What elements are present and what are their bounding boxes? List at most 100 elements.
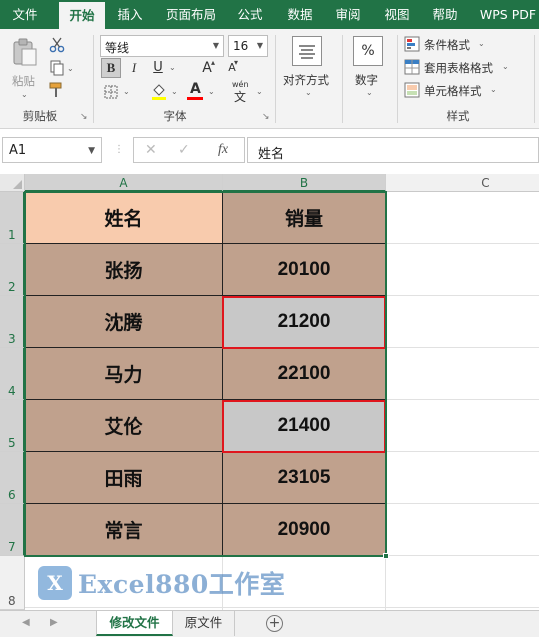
chevron-down-icon[interactable]: ⌄ [171,87,178,96]
cell-b1[interactable]: 销量 [223,192,386,244]
format-as-table-label: 套用表格格式 [424,61,493,75]
cell-a1[interactable]: 姓名 [25,192,223,244]
chevron-down-icon: ⌄ [478,39,485,48]
cell-b5[interactable]: 21400 [223,400,386,452]
row-number: 2 [8,280,16,294]
insert-function-button[interactable]: fx [218,142,228,158]
chevron-down-icon: ⌄ [305,88,312,97]
tab-page-layout[interactable]: 页面布局 [160,0,222,29]
dialog-launcher-icon[interactable]: ↘ [80,112,88,122]
fill-color-icon[interactable] [150,82,168,100]
chevron-down-icon[interactable]: ⌄ [256,87,263,96]
number-format-button[interactable]: % 数字 ⌄ [345,34,393,104]
paste-button[interactable]: 粘贴 ⌄ [8,35,42,99]
caret-down-icon: ▾ [234,58,239,67]
row-number: 8 [8,594,16,608]
phonetic-button[interactable]: wén 文 [229,80,255,104]
tab-view[interactable]: 视图 [377,0,417,29]
group-divider [275,35,276,123]
cut-icon[interactable] [49,37,65,53]
paste-label: 粘贴 [12,74,35,88]
row-header-4[interactable]: 4 [0,348,25,400]
chevron-down-icon[interactable]: ⌄ [123,87,130,96]
row-header-6[interactable]: 6 [0,452,25,504]
tab-wps-pdf[interactable]: WPS PDF [474,0,539,29]
column-header-c[interactable]: C [386,174,539,192]
select-all-button[interactable] [0,174,25,192]
formula-input[interactable]: 姓名 [247,137,539,163]
cell-b3[interactable]: 21200 [223,296,386,348]
add-sheet-button[interactable]: + [266,615,283,632]
cancel-icon[interactable]: ✕ [145,143,157,157]
row-number: 5 [8,436,16,450]
tab-home[interactable]: 开始 [59,2,105,29]
chevron-down-icon: ⌄ [21,90,28,99]
font-size-select[interactable]: 16 ▼ [228,35,268,57]
percent-icon: % [353,36,383,66]
format-painter-icon[interactable] [49,82,65,98]
cell-b6[interactable]: 23105 [223,452,386,504]
conditional-format-button[interactable]: 条件格式 ⌄ [403,36,533,54]
row-header-7[interactable]: 7 [0,504,25,556]
underline-button[interactable]: U [148,58,168,78]
font-color-swatch [187,97,203,100]
row-header-1[interactable]: 1 [0,192,25,244]
column-header-a[interactable]: A [25,174,223,192]
tab-file[interactable]: 文件 [0,0,50,29]
cell-b4[interactable]: 22100 [223,348,386,400]
gridline [386,243,539,244]
gridline [25,607,539,608]
cell-a4[interactable]: 马力 [25,348,223,400]
enter-icon[interactable]: ✓ [178,143,190,157]
row-number: 3 [8,332,16,346]
sheet-tab-original[interactable]: 原文件 [173,611,235,636]
cell-a6[interactable]: 田雨 [25,452,223,504]
font-size-value: 16 [233,39,249,53]
font-name-select[interactable]: 等线 ▼ [100,35,224,57]
chevron-down-icon[interactable]: ⌄ [169,63,176,72]
cell-a7[interactable]: 常言 [25,504,223,556]
format-as-table-button[interactable]: 套用表格格式 ⌄ [403,59,533,77]
paste-icon [13,38,37,66]
cell-b7[interactable]: 20900 [223,504,386,556]
group-divider [397,35,398,123]
tab-review[interactable]: 审阅 [328,0,368,29]
copy-icon[interactable] [49,60,65,76]
alignment-button[interactable]: 对齐方式 ⌄ [280,34,336,104]
column-header-b[interactable]: B [223,174,386,192]
group-divider [342,35,343,123]
sheet-tab-modified[interactable]: 修改文件 [96,611,173,636]
gridline [386,451,539,452]
tab-help[interactable]: 帮助 [425,0,465,29]
italic-button[interactable]: I [124,58,144,78]
fill-handle[interactable] [383,553,389,559]
spreadsheet-grid[interactable]: A B C 1 2 3 4 5 6 7 8 姓名 销量 张扬 20100 沈腾 … [0,174,539,610]
tab-formulas[interactable]: 公式 [230,0,270,29]
formula-content: 姓名 [258,147,285,162]
font-color-button[interactable]: A [186,81,204,101]
cell-a2[interactable]: 张扬 [25,244,223,296]
shrink-font-button[interactable]: A [222,58,242,78]
name-box[interactable]: A1 ▼ [2,137,102,163]
row-header-8[interactable]: 8 [0,556,25,610]
row-header-3[interactable]: 3 [0,296,25,348]
previous-sheet-icon[interactable]: ◀ [22,617,30,628]
row-number: 1 [8,228,16,242]
alignment-label: 对齐方式 [283,73,329,87]
next-sheet-icon[interactable]: ▶ [50,617,58,628]
cell-a3[interactable]: 沈腾 [25,296,223,348]
borders-icon[interactable] [103,84,119,100]
row-header-2[interactable]: 2 [0,244,25,296]
cell-b2[interactable]: 20100 [223,244,386,296]
dialog-launcher-icon[interactable]: ↘ [262,112,270,122]
watermark: X Excel880工作室 [38,565,285,601]
tab-insert[interactable]: 插入 [110,0,150,29]
bold-button[interactable]: B [101,58,121,78]
chevron-down-icon[interactable]: ⌄ [208,87,215,96]
cell-styles-button[interactable]: 单元格样式 ⌄ [403,82,533,100]
row-header-5[interactable]: 5 [0,400,25,452]
cell-a5[interactable]: 艾伦 [25,400,223,452]
tab-data[interactable]: 数据 [280,0,320,29]
more-options-icon[interactable]: ⋮ [114,145,124,155]
watermark-logo: X [38,566,72,600]
